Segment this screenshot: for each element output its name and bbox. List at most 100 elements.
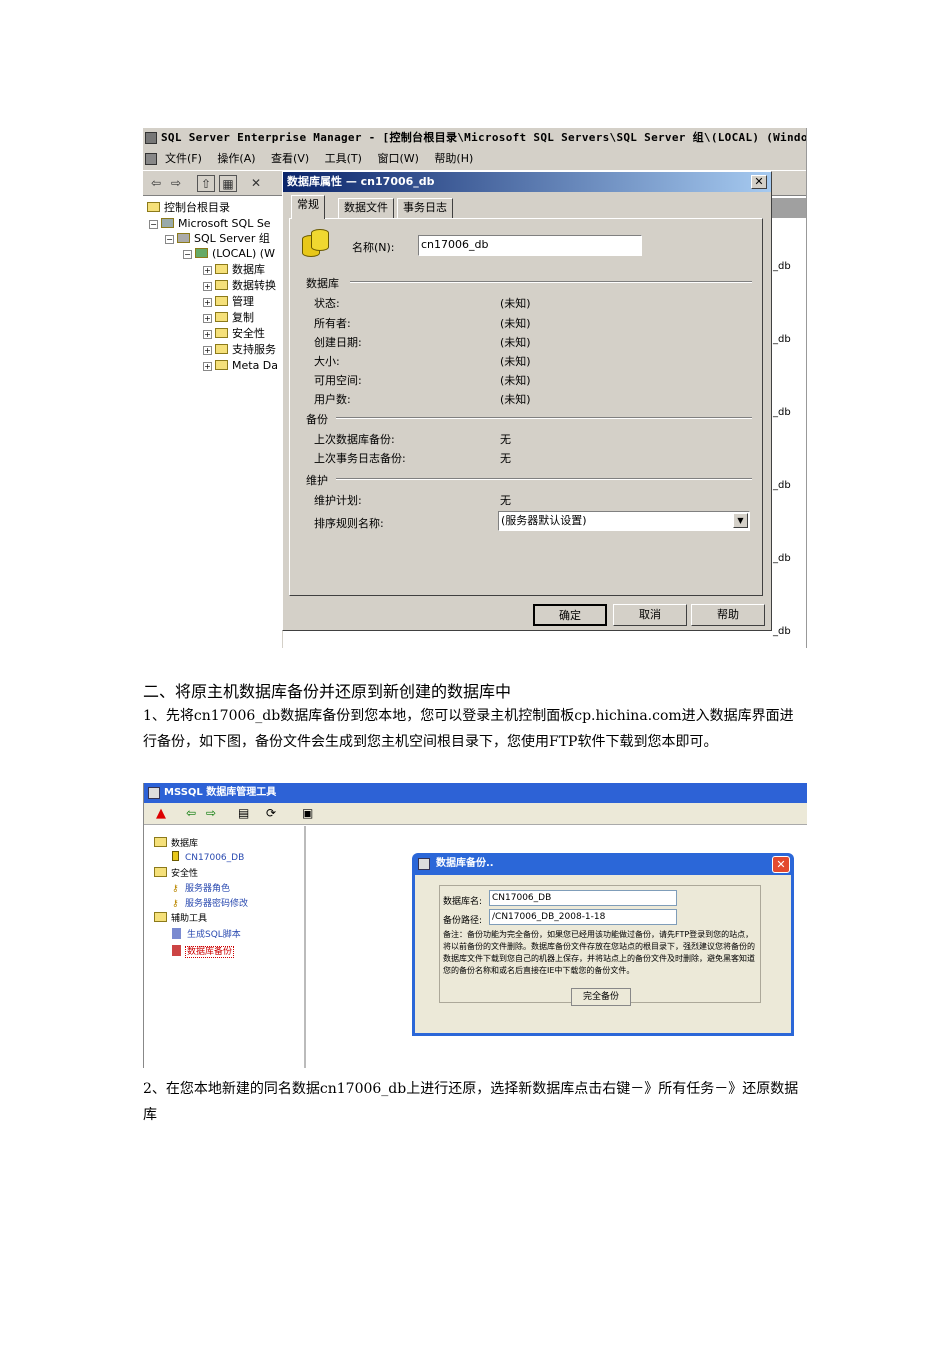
forward-arrow-icon[interactable]: ⇨ <box>167 175 185 192</box>
tree-databases[interactable]: 数据库 <box>154 836 198 849</box>
dialog-title: 数据库属性 — cn17006_db <box>283 172 771 192</box>
tab-data-files[interactable]: 数据文件 <box>338 198 394 218</box>
dialog-app-icon <box>418 858 430 870</box>
menu-help[interactable]: 帮助(H) <box>434 148 473 170</box>
folder-icon <box>215 312 228 322</box>
local-server-icon <box>195 248 208 258</box>
menu-tools[interactable]: 工具(T) <box>325 148 362 170</box>
tree-server-roles[interactable]: ⚷ 服务器角色 <box>172 881 230 894</box>
mssql-tool-screenshot: MSSQL 数据库管理工具 ▲ ⇦ ⇨ ▤ ⟳ ▣ 数据库 CN17006_DB… <box>143 783 807 1068</box>
collapse-icon[interactable]: − <box>149 220 158 229</box>
collapse-icon[interactable]: − <box>165 235 174 244</box>
folder-icon <box>215 280 228 290</box>
db-name-label: 数据库名: <box>443 897 483 907</box>
backup-dialog-title: 数据库备份.. <box>436 858 494 869</box>
em-app-icon <box>145 132 157 144</box>
server-group-icon <box>161 218 174 228</box>
last-log-backup-value: 无 <box>500 452 511 465</box>
created-label: 创建日期: <box>314 336 362 349</box>
db-list <box>769 218 806 648</box>
menu-view[interactable]: 查看(V) <box>271 148 309 170</box>
full-backup-button[interactable]: 完全备份 <box>571 988 631 1006</box>
list-cell: _db <box>773 334 791 345</box>
tree-item-meta[interactable]: + Meta Da <box>203 358 278 373</box>
group-backup-label: 备份 <box>306 413 328 426</box>
tab-transaction-log[interactable]: 事务日志 <box>397 198 453 218</box>
key-icon: ⚷ <box>172 899 179 909</box>
backup-dialog-body: 数据库名: CN17006_DB 备份路径: /CN17006_DB_2008-… <box>415 875 791 1033</box>
status-label: 状态: <box>314 297 340 310</box>
last-db-backup-label: 上次数据库备份: <box>314 433 395 446</box>
maint-plan-value: 无 <box>500 494 511 507</box>
status-value: (未知) <box>500 297 531 310</box>
list-cell: _db <box>773 553 791 564</box>
tree-item-management[interactable]: + 管理 <box>203 294 254 309</box>
export-icon[interactable]: ▣ <box>302 806 313 820</box>
enterprise-manager-screenshot: SQL Server Enterprise Manager - [控制台根目录\… <box>143 128 807 648</box>
close-icon[interactable]: ✕ <box>751 175 767 189</box>
tree-db-item[interactable]: CN17006_DB <box>172 851 244 863</box>
tree-item-support[interactable]: + 支持服务 <box>203 342 276 357</box>
menu-action[interactable]: 操作(A) <box>217 148 255 170</box>
name-label: 名称(N): <box>352 241 395 254</box>
tree-gen-sql[interactable]: 生成SQL脚本 <box>172 927 241 940</box>
folder-icon <box>154 867 167 877</box>
tree-db-backup[interactable]: 数据库备份 <box>172 944 235 958</box>
tree-security[interactable]: 安全性 <box>154 866 198 879</box>
delete-icon[interactable]: ✕ <box>247 175 265 192</box>
collation-label: 排序规则名称: <box>314 517 384 530</box>
back-arrow-icon[interactable]: ⇦ <box>147 175 165 192</box>
properties-icon[interactable]: ▤ <box>238 806 249 820</box>
section-heading: 二、将原主机数据库备份并还原到新创建的数据库中 <box>143 682 512 701</box>
tree-server-password[interactable]: ⚷ 服务器密码修改 <box>172 896 248 909</box>
up-folder-icon[interactable]: ⇧ <box>197 175 215 192</box>
tab-general[interactable]: 常规 <box>291 195 325 219</box>
collapse-icon[interactable]: − <box>183 250 192 259</box>
free-space-value: (未知) <box>500 374 531 387</box>
general-panel: 名称(N): cn17006_db 数据库 状态: (未知) 所有者: (未知)… <box>289 218 763 596</box>
tree-tools[interactable]: 辅助工具 <box>154 911 207 924</box>
em-menu-icon <box>145 153 157 165</box>
list-cell: _db <box>773 480 791 491</box>
chevron-down-icon[interactable]: ▼ <box>733 513 748 528</box>
db-name-field[interactable]: CN17006_DB <box>489 890 677 906</box>
alert-icon[interactable]: ▲ <box>156 806 166 821</box>
backup-path-field[interactable]: /CN17006_DB_2008-1-18 <box>489 909 677 925</box>
tree-item-databases[interactable]: + 数据库 <box>203 262 265 277</box>
folder-icon <box>154 837 167 847</box>
console-tree-icon[interactable]: ▦ <box>219 175 237 192</box>
menu-file[interactable]: 文件(F) <box>165 148 202 170</box>
last-log-backup-label: 上次事务日志备份: <box>314 452 406 465</box>
tree-item-security[interactable]: + 安全性 <box>203 326 265 341</box>
key-icon: ⚷ <box>172 884 179 894</box>
folder-icon <box>215 344 228 354</box>
app-icon <box>148 787 160 799</box>
tree-item-replication[interactable]: + 复制 <box>203 310 254 325</box>
tree-item-dts[interactable]: + 数据转换 <box>203 278 276 293</box>
tree-local[interactable]: − (LOCAL) (W <box>183 246 275 261</box>
folder-icon <box>215 264 228 274</box>
group-divider <box>336 478 752 480</box>
tree-root[interactable]: 控制台根目录 <box>147 200 230 215</box>
collation-value: (服务器默认设置) <box>501 514 587 527</box>
ok-button[interactable]: 确定 <box>533 604 607 626</box>
help-button[interactable]: 帮助 <box>691 604 765 626</box>
database-icon <box>302 229 330 259</box>
forward-arrow-icon[interactable]: ⇨ <box>206 806 216 820</box>
tree-sql-group[interactable]: − SQL Server 组 <box>165 231 270 246</box>
backup-note: 备注：备份功能为完全备份，如果您已经用该功能做过备份，请先FTP登录到您的站点，… <box>443 930 755 975</box>
name-field[interactable]: cn17006_db <box>418 235 642 256</box>
collation-select[interactable]: (服务器默认设置) ▼ <box>498 511 750 531</box>
console-tree: 控制台根目录 − Microsoft SQL Se − SQL Server 组 −… <box>143 198 283 648</box>
menu-window[interactable]: 窗口(W) <box>377 148 418 170</box>
paragraph-step-1: 1、先将cn17006_db数据库备份到您本地，您可以登录主机控制面板cp.hi… <box>143 708 794 750</box>
list-cell: _db <box>773 626 791 637</box>
close-icon[interactable]: ✕ <box>772 856 790 873</box>
size-label: 大小: <box>314 355 340 368</box>
backup-icon <box>172 945 181 956</box>
list-cell: _db <box>773 261 791 272</box>
back-arrow-icon[interactable]: ⇦ <box>186 806 196 820</box>
tree-ms-sql[interactable]: − Microsoft SQL Se <box>149 216 271 231</box>
cancel-button[interactable]: 取消 <box>613 604 687 626</box>
refresh-icon[interactable]: ⟳ <box>266 806 276 820</box>
